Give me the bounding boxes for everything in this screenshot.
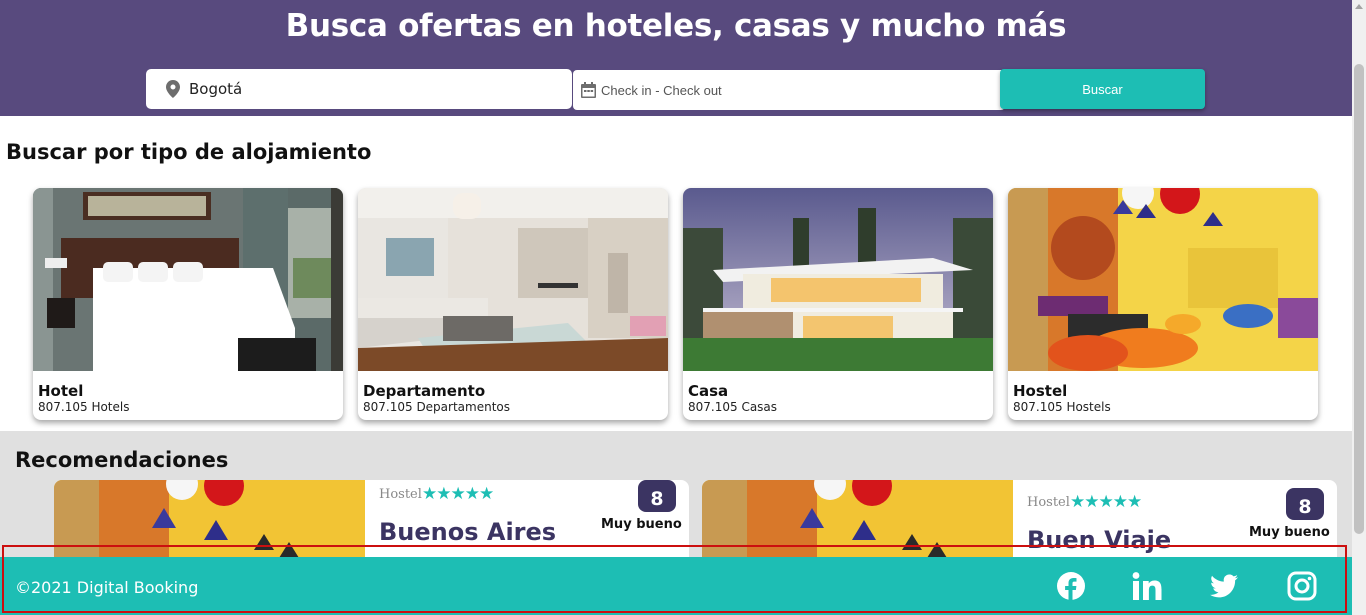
category-count: 807.105 Hotels xyxy=(38,400,130,414)
category-count: 807.105 Departamentos xyxy=(363,400,510,414)
copyright-text: ©2021 Digital Booking xyxy=(15,578,199,597)
category-card-casa[interactable]: Casa 807.105 Casas xyxy=(683,188,993,420)
date-range-placeholder: Check in - Check out xyxy=(601,82,722,98)
location-input[interactable]: Bogotá xyxy=(146,69,572,109)
category-name: Hotel xyxy=(38,382,84,400)
score-badge: 8 xyxy=(1286,488,1324,520)
category-name: Casa xyxy=(688,382,729,400)
category-name: Departamento xyxy=(363,382,486,400)
page-title: Busca ofertas en hoteles, casas y mucho … xyxy=(285,8,1067,44)
recommendation-category: Hostel xyxy=(1027,495,1070,510)
hotel-image xyxy=(33,188,343,371)
apartment-image xyxy=(358,188,668,371)
date-range-input[interactable]: Check in - Check out xyxy=(573,70,1005,110)
map-pin-icon xyxy=(166,80,180,98)
score-badge: 8 xyxy=(638,480,676,512)
category-count: 807.105 Hostels xyxy=(1013,400,1111,414)
rating-label: Muy bueno xyxy=(1249,525,1330,540)
recommendation-title[interactable]: Buenos Aires xyxy=(379,518,556,546)
twitter-icon[interactable] xyxy=(1209,571,1239,601)
star-rating-icon: ★★★★★ xyxy=(1070,492,1142,512)
category-card-departamento[interactable]: Departamento 807.105 Departamentos xyxy=(358,188,668,420)
location-value: Bogotá xyxy=(189,80,243,98)
scroll-up-arrow-icon[interactable] xyxy=(1355,4,1363,9)
calendar-icon xyxy=(581,82,596,98)
facebook-icon[interactable] xyxy=(1056,571,1086,601)
house-image xyxy=(683,188,993,371)
hostel-image xyxy=(1008,188,1318,371)
category-card-hostel[interactable]: Hostel 807.105 Hostels xyxy=(1008,188,1318,420)
recommendation-title[interactable]: Buen Viaje xyxy=(1027,526,1171,554)
recommendation-category: Hostel xyxy=(379,487,422,502)
search-button[interactable]: Buscar xyxy=(1000,69,1205,109)
rating-label: Muy bueno xyxy=(601,517,682,532)
star-rating-icon: ★★★★★ xyxy=(422,484,494,504)
linkedin-icon[interactable] xyxy=(1132,571,1162,601)
category-count: 807.105 Casas xyxy=(688,400,778,414)
recommendations-section-title: Recomendaciones xyxy=(15,448,229,472)
category-card-hotel[interactable]: Hotel 807.105 Hotels xyxy=(33,188,343,420)
scrollbar-thumb[interactable] xyxy=(1354,64,1364,534)
category-name: Hostel xyxy=(1013,382,1068,400)
instagram-icon[interactable] xyxy=(1287,571,1317,601)
categories-section-title: Buscar por tipo de alojamiento xyxy=(6,140,372,164)
